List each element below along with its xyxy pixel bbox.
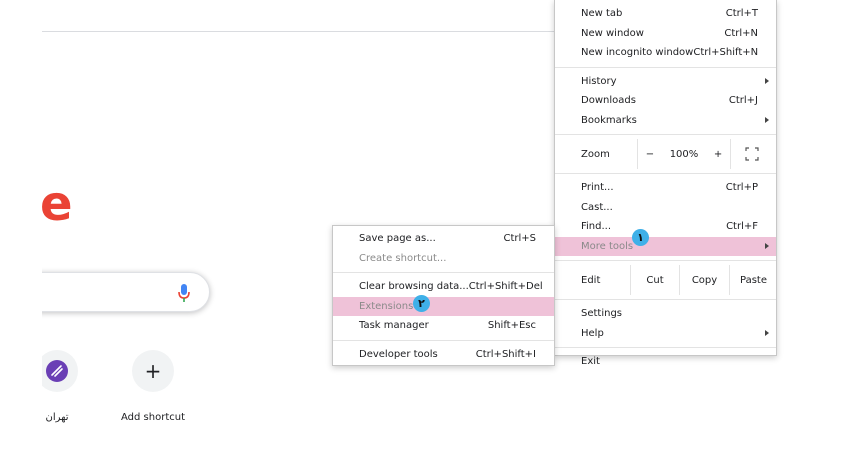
- step-1-badge: ١: [632, 229, 649, 246]
- menu-item-settings[interactable]: Settings: [555, 304, 776, 324]
- menu-item-task-manager[interactable]: Task manager Shift+Esc: [333, 316, 554, 336]
- menu-item-cast[interactable]: Cast...: [555, 198, 776, 218]
- menu-item-new-tab[interactable]: New tab Ctrl+T: [555, 4, 776, 24]
- zoom-in-button[interactable]: +: [714, 149, 722, 160]
- menu-separator: [555, 66, 776, 68]
- menu-separator: [555, 134, 776, 135]
- menu-separator: [555, 347, 776, 348]
- shortcut-label: Add shortcut: [121, 412, 185, 423]
- menu-item-edit: Edit Cut Copy Paste: [555, 265, 776, 295]
- menu-separator: [555, 173, 776, 174]
- menu-item-history[interactable]: History: [555, 72, 776, 92]
- zoom-out-button[interactable]: −: [646, 149, 654, 160]
- add-shortcut-tile: +: [132, 350, 174, 392]
- menu-item-new-incognito[interactable]: New incognito window Ctrl+Shift+N: [555, 43, 776, 63]
- menu-item-help[interactable]: Help: [555, 324, 776, 344]
- menu-separator: [333, 272, 554, 273]
- cut-button[interactable]: Cut: [630, 265, 679, 295]
- crop-edge: [0, 0, 42, 450]
- chrome-main-menu: New tab Ctrl+T New window Ctrl+N New inc…: [554, 0, 777, 367]
- menu-item-exit[interactable]: Exit: [555, 352, 776, 372]
- menu-item-downloads[interactable]: Downloads Ctrl+J: [555, 91, 776, 111]
- paste-button[interactable]: Paste: [729, 265, 777, 295]
- menu-separator: [555, 299, 776, 300]
- microphone-icon[interactable]: [177, 283, 191, 303]
- shortcut-tehran-tile: [36, 350, 78, 392]
- zoom-controls: − 100% +: [637, 139, 731, 169]
- menu-item-more-tools[interactable]: More tools: [555, 236, 776, 256]
- menu-separator: [555, 260, 776, 261]
- menu-item-extensions[interactable]: Extensions: [333, 296, 554, 316]
- menu-item-developer-tools[interactable]: Developer tools Ctrl+Shift+I: [333, 345, 554, 365]
- google-logo-fragment: e: [40, 176, 73, 232]
- purple-app-icon: [46, 360, 68, 382]
- menu-item-zoom: Zoom − 100% +: [555, 139, 776, 169]
- menu-item-find[interactable]: Find... Ctrl+F: [555, 217, 776, 237]
- fullscreen-icon[interactable]: [745, 147, 759, 161]
- submenu-arrow-icon: [765, 77, 769, 84]
- copy-button[interactable]: Copy: [679, 265, 729, 295]
- plus-icon: +: [144, 359, 162, 383]
- submenu-arrow-icon: [765, 242, 769, 249]
- menu-item-new-window[interactable]: New window Ctrl+N: [555, 24, 776, 44]
- address-bar[interactable]: [42, 0, 554, 32]
- menu-separator: [333, 339, 554, 341]
- menu-item-print[interactable]: Print... Ctrl+P: [555, 178, 776, 198]
- menu-item-bookmarks[interactable]: Bookmarks: [555, 111, 776, 131]
- menu-item-clear-browsing-data[interactable]: Clear browsing data... Ctrl+Shift+Del: [333, 277, 554, 297]
- add-shortcut-button[interactable]: + Add shortcut: [108, 350, 198, 423]
- more-tools-submenu: Save page as... Ctrl+S Create shortcut..…: [332, 225, 555, 366]
- submenu-arrow-icon: [765, 329, 769, 336]
- submenu-arrow-icon: [765, 116, 769, 123]
- menu-item-create-shortcut[interactable]: Create shortcut...: [333, 249, 554, 269]
- zoom-level: 100%: [669, 148, 699, 160]
- menu-item-save-page[interactable]: Save page as... Ctrl+S: [333, 229, 554, 249]
- step-2-badge: ٢: [413, 295, 430, 312]
